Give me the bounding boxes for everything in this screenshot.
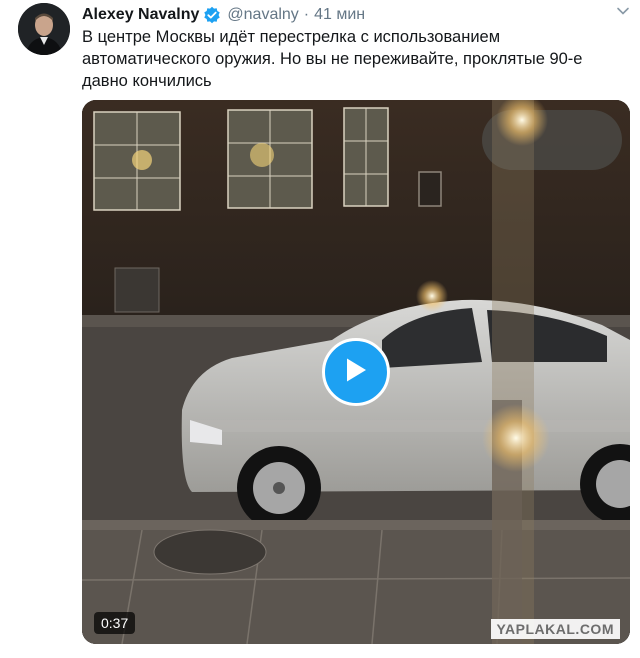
tweet-text-line: В центре Москвы идёт перестрелка с испол… (82, 28, 501, 46)
tweet: Alexey Navalny @navalny · 41 мин В центр… (0, 0, 640, 658)
video-player[interactable]: 0:37 (82, 100, 630, 644)
watermark: YAPLAKAL.COM (490, 619, 620, 639)
avatar[interactable] (18, 3, 70, 55)
video-duration-badge: 0:37 (94, 612, 136, 634)
tweet-header: Alexey Navalny @navalny · 41 мин (82, 4, 640, 26)
tweet-timestamp[interactable]: 41 мин (314, 6, 365, 24)
verified-badge-icon (203, 6, 221, 24)
tweet-text-line: давно кончились (82, 72, 212, 90)
chevron-down-icon[interactable] (616, 4, 630, 18)
separator-dot: · (303, 6, 310, 23)
author-name[interactable]: Alexey Navalny (82, 6, 199, 24)
author-handle[interactable]: @navalny (227, 6, 298, 24)
play-icon (344, 357, 368, 388)
play-button[interactable] (322, 338, 390, 406)
tweet-text: В центре Москвы идёт перестрелка с испол… (82, 26, 622, 92)
tweet-text-line: автоматического оружия. Но вы не пережив… (82, 50, 583, 68)
